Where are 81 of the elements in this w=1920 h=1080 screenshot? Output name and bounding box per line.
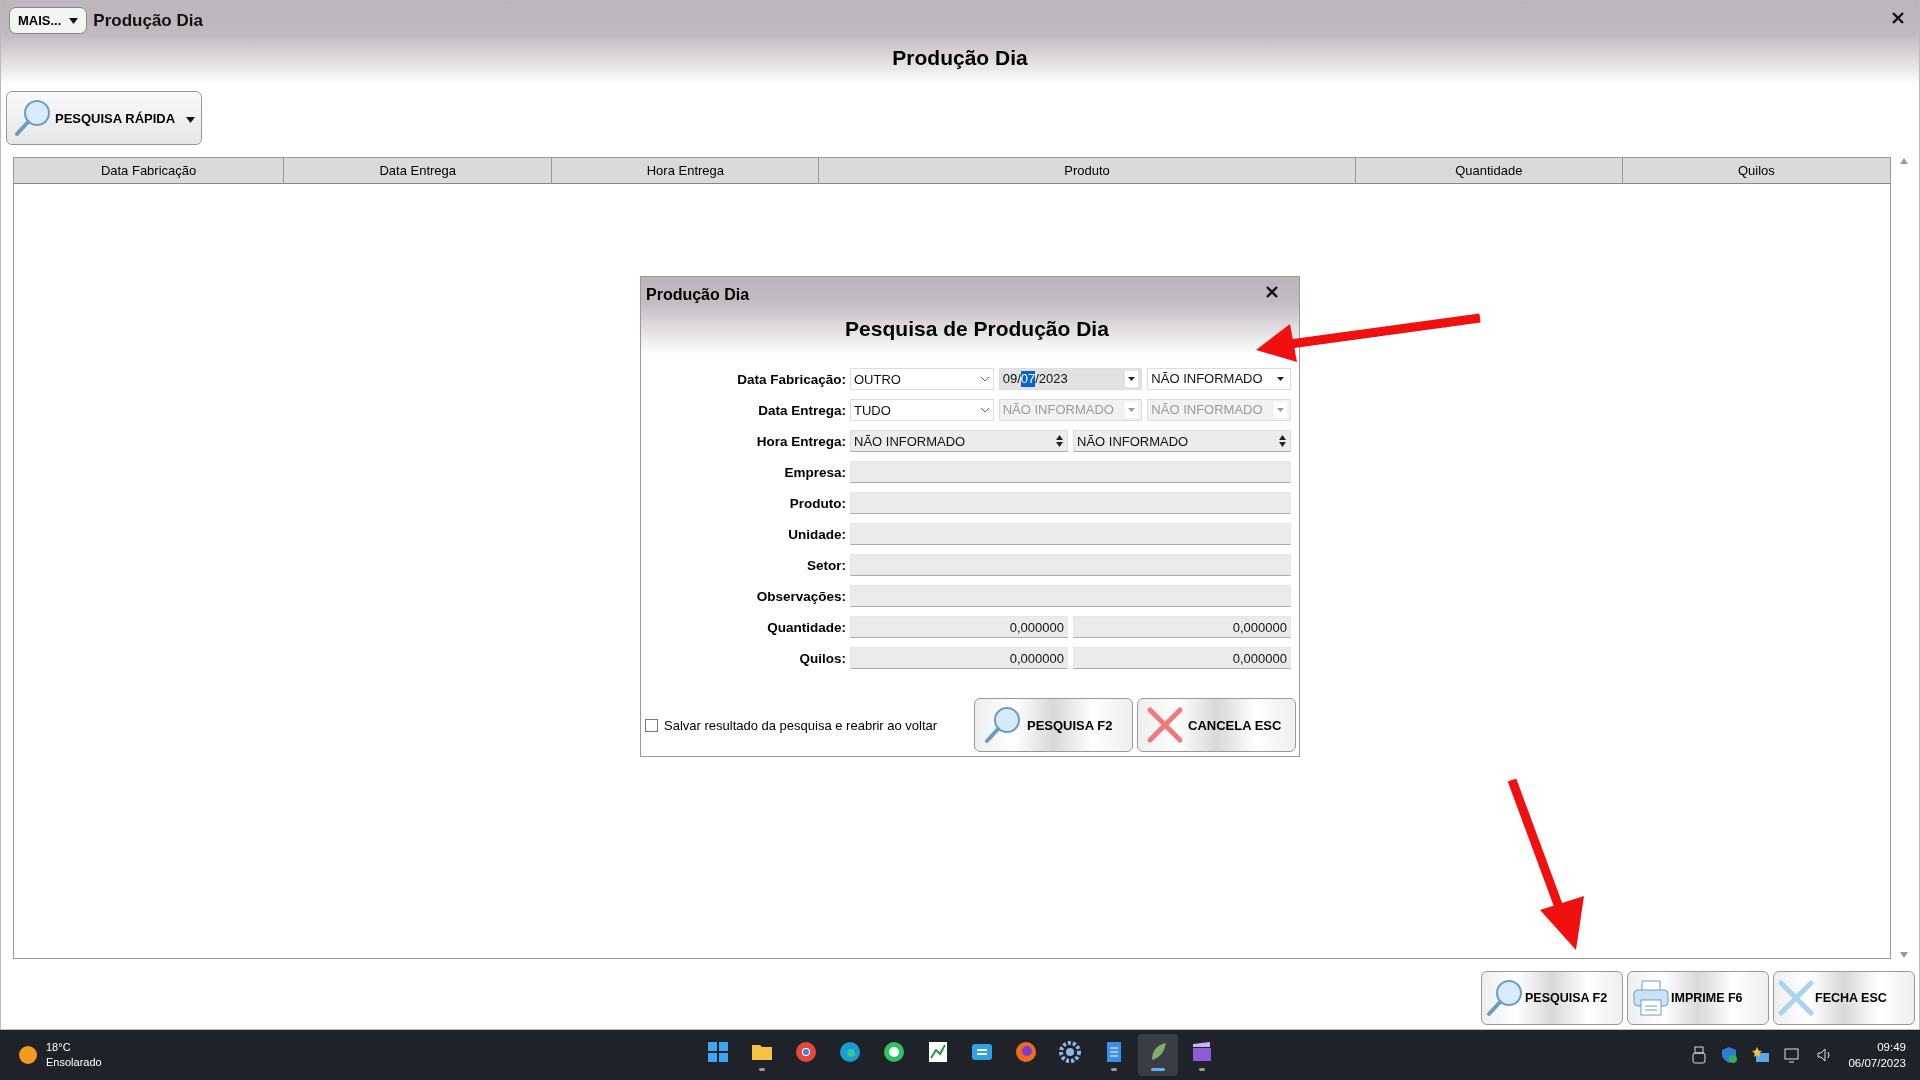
- gear-icon: [1058, 1039, 1082, 1064]
- dialog-heading: Pesquisa de Produção Dia: [844, 317, 1110, 341]
- chevron-icon: [979, 376, 990, 382]
- shield-icon[interactable]: [1720, 1046, 1739, 1064]
- field-label: Quilos:: [798, 650, 846, 666]
- field-label: Unidade:: [787, 526, 846, 542]
- number-input-field[interactable]: 0,000000: [1073, 616, 1291, 638]
- footer-button[interactable]: IMPRIME F6: [1627, 971, 1769, 1025]
- dropdown-icon: [1125, 402, 1139, 418]
- text-input-field[interactable]: [850, 523, 1291, 545]
- chevron-icon: [979, 407, 990, 413]
- spinner-arrows-icon: [1055, 433, 1064, 449]
- magnifier-icon: [13, 98, 53, 138]
- field-label: Observações:: [755, 588, 846, 604]
- dropdown-field[interactable]: OUTRO: [850, 368, 994, 390]
- caret-icon: [69, 17, 79, 24]
- close-icon: [1265, 285, 1279, 299]
- printer-icon: [1631, 978, 1671, 1018]
- text-input-field[interactable]: [850, 492, 1291, 514]
- circle-icon: [1014, 1039, 1038, 1064]
- field-label: Empresa:: [783, 464, 846, 480]
- time-spin-field[interactable]: NÃO INFORMADO: [850, 430, 1068, 452]
- column-header[interactable]: Quantidade: [1355, 158, 1623, 183]
- save-results-checkbox[interactable]: Salvar resultado da pesquisa e reabrir ao voltar: [645, 717, 970, 733]
- text-input-field[interactable]: [850, 554, 1291, 576]
- time-spin-field[interactable]: NÃO INFORMADO: [1073, 430, 1291, 452]
- caret-icon: [186, 116, 195, 123]
- column-header[interactable]: Produto: [819, 158, 1356, 183]
- column-header[interactable]: Quilos: [1622, 158, 1890, 183]
- dropdown-field[interactable]: TUDO: [850, 399, 994, 421]
- running-indicator: [1199, 1067, 1205, 1071]
- more-menu-button[interactable]: MAIS...: [9, 7, 88, 34]
- column-header[interactable]: Data Fabricação: [14, 158, 285, 183]
- field-label: Setor:: [806, 557, 846, 573]
- field-label: Hora Entrega:: [755, 433, 846, 449]
- dialog-button[interactable]: PESQUISA F2: [974, 698, 1133, 752]
- sun-icon: [18, 1045, 38, 1065]
- date-field[interactable]: NÃO INFORMADO: [1147, 368, 1291, 390]
- magnifier-icon: [1485, 978, 1525, 1018]
- number-input-field[interactable]: 0,000000: [850, 647, 1068, 669]
- clapperboard-icon: [1190, 1039, 1214, 1064]
- cross-icon: [1777, 979, 1815, 1017]
- running-indicator: [1111, 1067, 1117, 1071]
- weather-condition-text: Ensolarado: [46, 1055, 102, 1070]
- dialog-title: Produção Dia: [646, 286, 750, 304]
- circle-icon: [794, 1039, 818, 1064]
- running-indicator: [1151, 1067, 1165, 1071]
- chart-icon: [926, 1039, 950, 1064]
- circle-icon: [838, 1039, 862, 1064]
- folder-star-icon[interactable]: [1752, 1046, 1771, 1064]
- field-label: Produto:: [788, 495, 846, 511]
- column-header[interactable]: Data Entrega: [284, 158, 553, 183]
- dropdown-icon: [1125, 371, 1139, 387]
- grid-icon: [706, 1039, 730, 1064]
- footer-button[interactable]: FECHA ESC: [1773, 971, 1915, 1025]
- chat-icon: [882, 1039, 906, 1064]
- close-icon: [1891, 10, 1905, 25]
- text-input-field[interactable]: [850, 461, 1291, 483]
- window-title: Produção Dia: [93, 10, 203, 31]
- field-label: Data Entrega:: [757, 402, 846, 418]
- spinner-arrows-icon: [1278, 433, 1287, 449]
- number-input-field[interactable]: 0,000000: [850, 616, 1068, 638]
- usb-drive-icon[interactable]: [1692, 1046, 1707, 1064]
- cross-icon: [1146, 706, 1184, 744]
- dialog-button[interactable]: CANCELA ESC: [1137, 698, 1296, 752]
- clock-date[interactable]: 06/07/2023: [1848, 1055, 1906, 1071]
- text-input-field[interactable]: [850, 585, 1291, 607]
- scroll-down-icon[interactable]: [1899, 951, 1909, 959]
- clock-time[interactable]: 09:49: [1877, 1039, 1906, 1055]
- number-input-field[interactable]: 0,000000: [1073, 647, 1291, 669]
- field-label: Quantidade:: [766, 619, 846, 635]
- column-header[interactable]: Hora Entrega: [552, 158, 820, 183]
- running-indicator: [759, 1067, 765, 1071]
- temperature-text: 18°C: [46, 1040, 72, 1055]
- scroll-up-icon[interactable]: [1899, 157, 1909, 165]
- magnifier-icon: [983, 705, 1023, 745]
- dropdown-icon: [1274, 402, 1287, 418]
- footer-button[interactable]: PESQUISA F2: [1481, 971, 1623, 1025]
- field-label: Data Fabricação:: [736, 371, 846, 387]
- page-heading: Produção Dia: [891, 46, 1029, 70]
- quick-search-button[interactable]: PESQUISA RÁPIDA: [6, 91, 202, 145]
